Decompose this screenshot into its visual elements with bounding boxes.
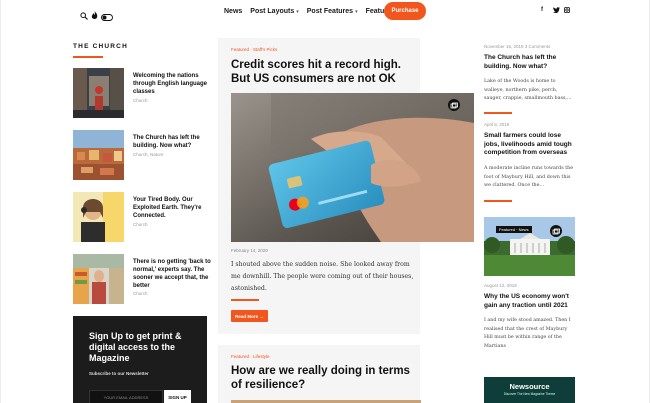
post-title[interactable]: How are we really doing in terms of resi… [231, 364, 416, 392]
gallery-icon[interactable] [448, 99, 460, 111]
post-title[interactable]: Small farmers could lose jobs, livelihoo… [484, 132, 576, 158]
newsletter-subtitle: Subscribe to our Newsletter [89, 371, 149, 376]
post-thumbnail[interactable] [73, 130, 124, 180]
post-divider [484, 112, 512, 114]
post-category[interactable]: Church [133, 291, 148, 296]
post-thumbnail[interactable] [73, 254, 124, 304]
post-title[interactable]: Welcoming the nations through English la… [133, 72, 213, 96]
search-icon[interactable] [80, 7, 88, 25]
section-title: THE CHURCH [73, 43, 128, 50]
post-thumbnail[interactable]: Featured · News [484, 217, 575, 276]
post-meta: August 12, 2019 [484, 283, 517, 288]
flame-icon[interactable] [91, 7, 98, 25]
post-excerpt: Lake of the Woods is home to walleye, no… [484, 79, 572, 101]
main-nav: News Post Layouts ▾ Post Features ▾ Featur… [224, 8, 399, 15]
post-divider [231, 299, 259, 301]
post-date: February 14, 2020 [231, 248, 268, 253]
post-meta: April 8, 2019 [484, 122, 510, 127]
list-item[interactable]: The Church has left the building. Now wh… [73, 130, 208, 182]
list-item[interactable]: There is no getting 'back to normal,' ex… [73, 254, 211, 306]
post-category[interactable]: Featured · Lifestyle [231, 354, 270, 359]
category-badge[interactable]: Featured · News [496, 226, 532, 233]
chevron-down-icon: ▾ [355, 9, 358, 15]
site-header: News Post Layouts ▾ Post Features ▾ Featur… [0, 0, 650, 24]
post-meta: November 16, 2019 3 Comments [484, 44, 551, 49]
post-title[interactable]: Credit scores hit a record high. But US … [231, 58, 416, 86]
post-thumbnail[interactable] [73, 192, 124, 242]
ad-banner[interactable]: Newsource Discover The New Magazine Them… [484, 377, 575, 403]
facebook-icon[interactable]: f [541, 7, 543, 13]
post-title[interactable]: Your Tired Body. Our Exploited Earth. Th… [133, 196, 213, 220]
newsletter-box: Sign Up to get print & digital access to… [73, 316, 207, 403]
nav-item-news[interactable]: News [224, 8, 242, 15]
post-category[interactable]: Church [133, 222, 148, 227]
post-title[interactable]: The Church has left the building. Now wh… [133, 134, 213, 150]
list-item[interactable]: Your Tired Body. Our Exploited Earth. Th… [73, 192, 208, 244]
newsletter-title: Sign Up to get print & digital access to… [89, 331, 182, 363]
twitter-icon[interactable] [553, 7, 560, 15]
nav-item-post-features[interactable]: Post Features ▾ [307, 8, 358, 15]
post-divider [484, 200, 512, 202]
read-more-button[interactable]: Read More → [231, 310, 268, 322]
post-title[interactable]: There is no getting 'back to normal,' ex… [133, 258, 213, 290]
chevron-down-icon: ▾ [296, 9, 299, 15]
list-item[interactable]: Welcoming the nations through English la… [73, 68, 208, 120]
post-category[interactable]: Featured · Staff's Picks [231, 47, 277, 52]
ad-subtitle: Discover The New Magazine Theme [503, 392, 556, 396]
post-title[interactable]: The Church has left the building. Now wh… [484, 54, 576, 71]
instagram-icon[interactable] [564, 7, 570, 15]
purchase-button[interactable]: Purchase [384, 2, 426, 20]
post-card: Featured · Lifestyle How are we really d… [218, 345, 421, 403]
post-excerpt: I shouted above the sudden noise. She lo… [231, 261, 414, 292]
ad-title: Newsource [509, 382, 550, 391]
post-category[interactable]: Church, Nature [133, 152, 164, 157]
post-hero-image[interactable] [231, 93, 474, 242]
dark-mode-toggle-icon[interactable] [101, 8, 113, 26]
section-underline [73, 56, 103, 58]
gallery-icon[interactable] [550, 225, 562, 237]
post-excerpt: I and my wife stood amazed. Then I reali… [484, 318, 571, 349]
post-thumbnail[interactable] [73, 68, 124, 118]
post-category[interactable]: Church [133, 98, 148, 103]
featured-post-card: Featured · Staff's Picks Credit scores h… [218, 38, 474, 334]
post-excerpt: A moderate incline runs towards the foot… [484, 166, 574, 188]
post-title[interactable]: Why the US economy won't gain any tracti… [484, 293, 576, 310]
sign-up-button[interactable]: SIGN UP [164, 390, 191, 403]
email-field[interactable]: YOUR EMAIL ADDRESS [89, 390, 163, 403]
nav-item-post-layouts[interactable]: Post Layouts ▾ [250, 8, 298, 15]
